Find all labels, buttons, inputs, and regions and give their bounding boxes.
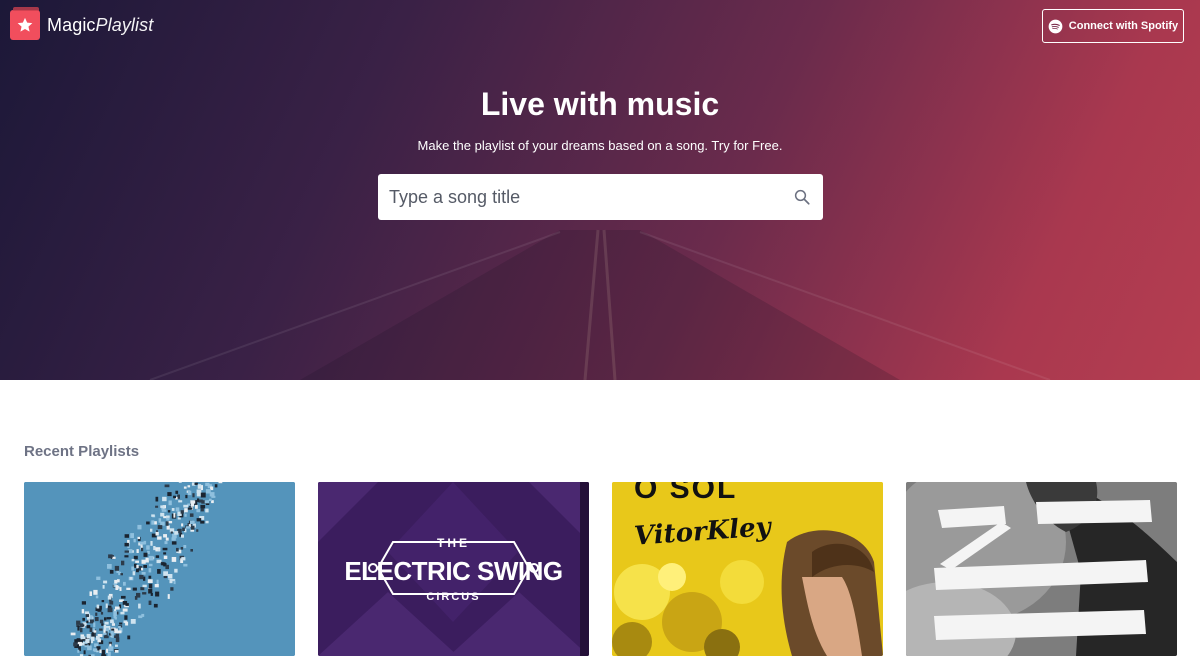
playlist-cover-dotted-swirl [24, 482, 295, 656]
spotify-icon [1048, 19, 1063, 33]
hero-subtitle: Make the playlist of your dreams based o… [417, 138, 783, 153]
playlist-card-3[interactable]: O SOL VitorKley [612, 482, 883, 656]
search-icon[interactable] [793, 188, 811, 206]
connect-spotify-label: Connect with Spotify [1068, 20, 1179, 32]
cover-text-electric-swing: ELECTRIC SWING [344, 556, 563, 586]
playlist-cover-zhu-stripes [906, 482, 1177, 656]
song-search-box [378, 174, 823, 220]
hero-title: Live with music [480, 86, 720, 122]
hero-banner: MagicPlaylist Connect with Spotify Live … [0, 0, 1200, 380]
song-search-input[interactable] [378, 174, 768, 220]
playlist-card-1[interactable] [24, 482, 295, 656]
brand-name: MagicPlaylist [47, 15, 153, 36]
playlist-card-2[interactable]: THE ELECTRIC SWING CIRCUS [318, 482, 589, 656]
star-logo-icon [10, 7, 40, 40]
cover-text-o-sol: O SOL [634, 482, 738, 505]
playlist-card-4[interactable] [906, 482, 1177, 656]
connect-spotify-button[interactable]: Connect with Spotify [1042, 9, 1184, 43]
brand-name-part2: Playlist [95, 14, 154, 35]
recent-playlists-title: Recent Playlists [24, 443, 140, 460]
playlist-cover-vitor-kley [612, 482, 883, 656]
cover-text-circus: CIRCUS [426, 591, 481, 603]
brand-name-part1: Magic [47, 14, 96, 35]
brand-logo-link[interactable]: MagicPlaylist [10, 7, 153, 40]
cover-text-the: THE [437, 536, 470, 550]
